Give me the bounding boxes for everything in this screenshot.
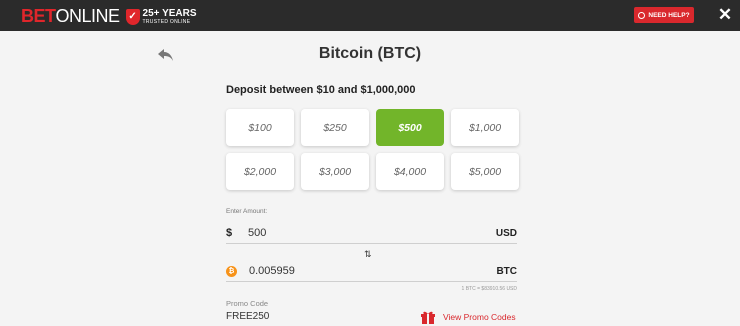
- logo[interactable]: BET ONLINE ✓ 25+ YEARS TRUSTED ONLINE: [21, 6, 197, 27]
- lifebuoy-icon: [638, 11, 646, 19]
- usd-amount-field[interactable]: $ 500 USD: [226, 223, 517, 244]
- bitcoin-icon: ₿: [226, 265, 237, 277]
- need-help-label: NEED HELP?: [648, 11, 690, 19]
- logo-online-text: ONLINE: [55, 6, 121, 26]
- view-promo-codes-label: View Promo Codes: [443, 312, 516, 322]
- promo-code-label: Promo Code: [226, 299, 269, 308]
- btc-amount-value[interactable]: 0.005959: [249, 265, 496, 277]
- view-promo-codes-link[interactable]: View Promo Codes: [420, 310, 516, 324]
- badge-trusted: TRUSTED ONLINE: [142, 18, 191, 25]
- btc-code: BTC: [496, 265, 517, 277]
- page-title: Bitcoin (BTC): [318, 45, 422, 62]
- btc-amount-field[interactable]: ₿ 0.005959 BTC: [226, 261, 517, 282]
- shield-check-icon: ✓: [125, 8, 140, 25]
- gift-icon: [420, 310, 436, 324]
- amount-options: $100 $250 $500 $1,000 $2,000 $3,000 $4,0…: [226, 109, 519, 190]
- amount-button-2000[interactable]: $2,000: [226, 153, 294, 190]
- usd-amount-value[interactable]: 500: [248, 227, 496, 239]
- promo-code-field[interactable]: FREE250: [226, 311, 269, 322]
- amount-button-100[interactable]: $100: [226, 109, 294, 146]
- amount-button-500[interactable]: $500: [376, 109, 444, 146]
- close-button[interactable]: ✕: [717, 6, 733, 24]
- swap-arrows-icon[interactable]: ⇅: [364, 249, 372, 260]
- amount-button-250[interactable]: $250: [301, 109, 369, 146]
- exchange-rate-text: 1 BTC = $83910.56 USD: [461, 286, 517, 292]
- enter-amount-label: Enter Amount:: [226, 208, 268, 215]
- badge-years: 25+ YEARS: [142, 7, 197, 19]
- dollar-icon: $: [226, 227, 233, 239]
- need-help-button[interactable]: NEED HELP?: [634, 7, 694, 23]
- amount-button-1000[interactable]: $1,000: [451, 109, 519, 146]
- amount-button-4000[interactable]: $4,000: [376, 153, 444, 190]
- logo-bet-text: BET: [21, 6, 56, 26]
- usd-code: USD: [495, 227, 517, 239]
- deposit-range-text: Deposit between $10 and $1,000,000: [226, 84, 416, 96]
- amount-button-5000[interactable]: $5,000: [451, 153, 519, 190]
- trust-badge: ✓ 25+ YEARS TRUSTED ONLINE: [125, 7, 197, 25]
- top-bar: BET ONLINE ✓ 25+ YEARS TRUSTED ONLINE NE…: [0, 0, 740, 31]
- amount-button-3000[interactable]: $3,000: [301, 153, 369, 190]
